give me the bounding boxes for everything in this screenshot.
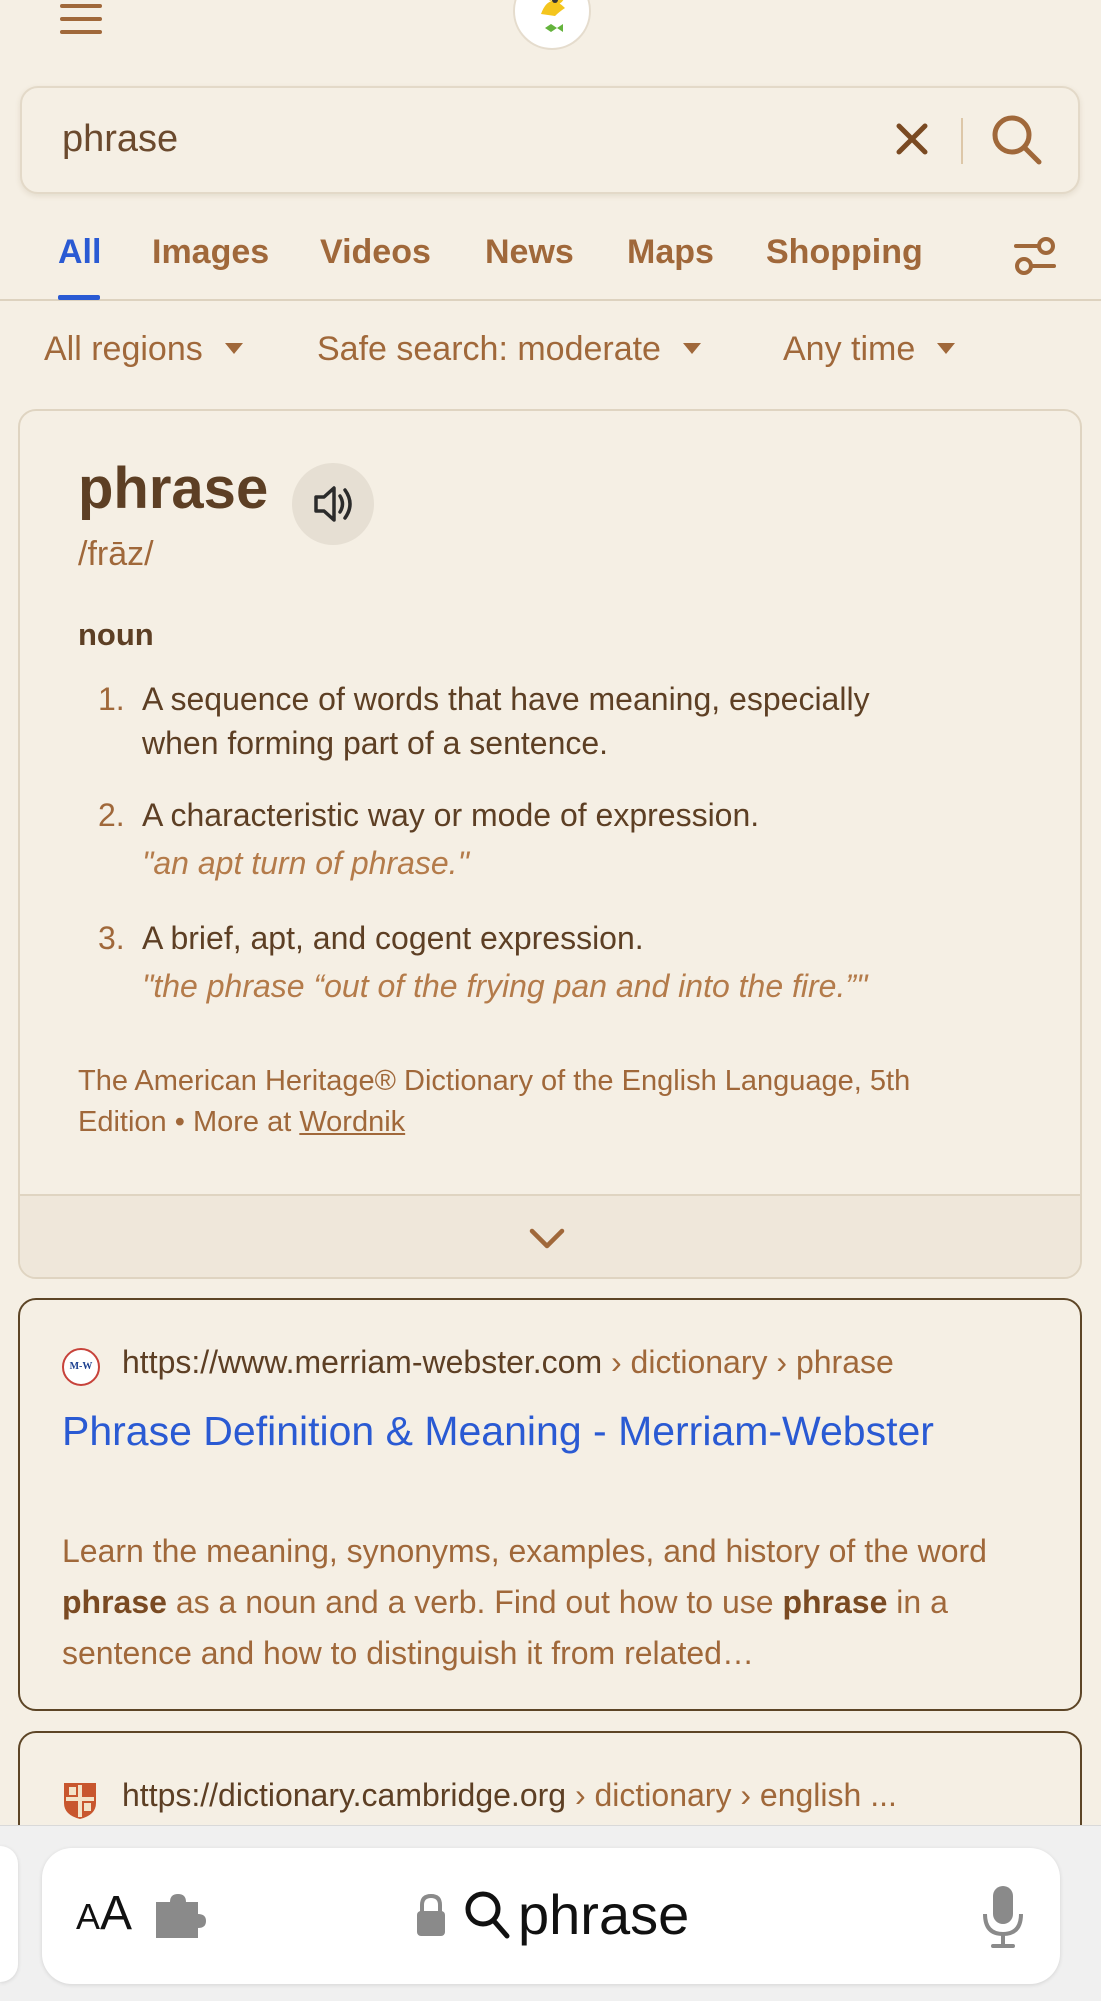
definition-line: A sequence of words that have meaning, e… (142, 681, 870, 717)
definition-example: "the phrase “out of the frying pan and i… (142, 968, 868, 1004)
reader-settings-button[interactable]: AA (76, 1886, 132, 1941)
snippet-highlight: phrase (782, 1584, 888, 1620)
caret-down-icon (937, 342, 956, 354)
definition-number: 1. (98, 681, 125, 717)
active-tab-indicator (58, 295, 100, 300)
aa-large: A (100, 1887, 133, 1940)
result-path: › dictionary › phrase (602, 1344, 894, 1380)
result-url[interactable]: https://dictionary.cambridge.org › dicti… (122, 1777, 897, 1814)
definition-example: "an apt turn of phrase." (142, 845, 469, 881)
snippet-highlight: phrase (62, 1584, 167, 1620)
result-domain: https://dictionary.cambridge.org (122, 1777, 567, 1813)
search-icon (462, 1888, 512, 1942)
extension-icon[interactable] (152, 1890, 208, 1942)
speaker-icon (314, 486, 352, 522)
settings-sliders-icon[interactable] (1012, 232, 1058, 278)
tabs-divider (0, 299, 1101, 301)
result-snippet: Learn the meaning, synonyms, examples, a… (62, 1526, 1062, 1679)
definition-text: A characteristic way or mode of expressi… (142, 797, 760, 833)
chevron-down-icon (529, 1228, 565, 1249)
safe-search-label: Safe search: moderate (317, 330, 661, 368)
clear-icon[interactable] (887, 114, 937, 164)
caret-down-icon (224, 342, 243, 354)
part-of-speech: noun (78, 617, 154, 652)
definition-line: when forming part of a sentence. (142, 725, 609, 761)
tab-news[interactable]: News (485, 233, 574, 272)
definition-text: A brief, apt, and cogent expression. (142, 920, 644, 956)
dictionary-word: phrase (78, 456, 269, 521)
caret-down-icon (682, 342, 701, 354)
region-filter[interactable]: All regions (44, 330, 243, 369)
pronunciation-audio-button[interactable] (292, 463, 374, 545)
tab-images[interactable]: Images (152, 233, 269, 272)
source-citation: The American Heritage® Dictionary of the… (78, 1065, 911, 1097)
merriam-webster-favicon: M-W (62, 1348, 100, 1386)
safe-search-filter[interactable]: Safe search: moderate (317, 330, 701, 369)
dictionary-card: phrase /frāz/ noun 1. A sequence of word… (18, 409, 1082, 1279)
result-title-link[interactable]: Phrase Definition & Meaning - Merriam-We… (62, 1404, 1042, 1458)
time-filter-label: Any time (783, 330, 916, 368)
result-url[interactable]: https://www.merriam-webster.com › dictio… (122, 1344, 894, 1381)
wordnik-link[interactable]: Wordnik (299, 1106, 405, 1138)
cambridge-favicon (62, 1781, 98, 1821)
tab-maps[interactable]: Maps (627, 233, 714, 272)
region-filter-label: All regions (44, 330, 203, 368)
search-result[interactable]: M-W https://www.merriam-webster.com › di… (18, 1298, 1082, 1711)
browser-toolbar: AA phrase (0, 1825, 1101, 2001)
result-path: › dictionary › english ... (566, 1777, 897, 1813)
duckduckgo-logo[interactable] (513, 0, 591, 50)
tab-shopping[interactable]: Shopping (766, 233, 923, 272)
lock-icon (414, 1892, 448, 1938)
menu-icon[interactable] (60, 4, 102, 40)
source-citation-edition: Edition • More at (78, 1106, 300, 1138)
microphone-icon[interactable] (980, 1884, 1026, 1950)
previous-tab-peek[interactable] (0, 1846, 18, 1982)
time-filter[interactable]: Any time (783, 330, 956, 369)
search-icon[interactable] (987, 110, 1047, 170)
definition-text: A sequence of words that have meaning, e… (142, 677, 1042, 765)
dictionary-source: The American Heritage® Dictionary of the… (78, 1061, 1028, 1143)
tab-all[interactable]: All (58, 233, 101, 272)
aa-small: A (76, 1896, 101, 1937)
pronunciation: /frāz/ (78, 535, 154, 573)
result-domain: https://www.merriam-webster.com (122, 1344, 603, 1380)
search-divider (961, 118, 963, 164)
address-bar-query[interactable]: phrase (518, 1882, 689, 1947)
snippet-text: as a noun and a verb. Find out how to us… (166, 1584, 783, 1620)
definition-number: 3. (98, 920, 125, 956)
tab-videos[interactable]: Videos (320, 233, 431, 272)
expand-definitions-button[interactable] (20, 1194, 1080, 1277)
snippet-text: Learn the meaning, synonyms, examples, a… (62, 1533, 987, 1569)
address-bar[interactable]: AA phrase (42, 1848, 1060, 1984)
search-input[interactable]: phrase (62, 118, 178, 161)
definition-number: 2. (98, 797, 125, 833)
search-box[interactable]: phrase (20, 86, 1080, 194)
